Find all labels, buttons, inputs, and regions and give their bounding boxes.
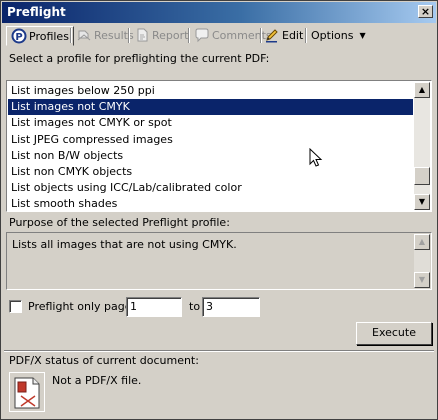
- list-item[interactable]: List images below 250 ppi: [8, 83, 413, 99]
- scroll-down-button[interactable]: ▼: [414, 194, 430, 210]
- svg-text:P: P: [15, 32, 22, 43]
- tab-label: Edit: [282, 29, 304, 42]
- tab-profiles[interactable]: P Profiles: [6, 26, 74, 46]
- purpose-text: Lists all images that are not using CMYK…: [12, 238, 237, 251]
- title-bar[interactable]: Preflight ×: [2, 2, 436, 23]
- execute-button[interactable]: Execute: [356, 322, 432, 345]
- tab-label: Report: [152, 29, 189, 42]
- list-item[interactable]: List non CMYK objects: [8, 164, 413, 180]
- comments-icon: [194, 27, 210, 43]
- profile-prompt: Select a profile for preflighting the cu…: [9, 52, 270, 65]
- purpose-scrollbar[interactable]: ▲ ▼: [414, 234, 430, 288]
- tab-results[interactable]: Results: [72, 26, 134, 45]
- list-item[interactable]: List smooth shades: [8, 196, 413, 211]
- scroll-up-button[interactable]: ▲: [414, 82, 430, 98]
- page-to-field[interactable]: 3: [202, 297, 260, 317]
- checkbox-label: Preflight only pages: [28, 300, 138, 313]
- scroll-thumb[interactable]: [414, 167, 430, 185]
- tab-label: Profiles: [29, 30, 69, 43]
- edit-pencil-icon: [264, 27, 280, 43]
- purpose-description: Lists all images that are not using CMYK…: [6, 232, 432, 290]
- preflight-window: Preflight × P Profiles Results Report Co…: [0, 0, 438, 420]
- list-item[interactable]: List images not CMYK or spot: [8, 115, 413, 131]
- profile-list[interactable]: List images below 250 ppi List images no…: [6, 80, 432, 212]
- dropdown-caret-icon: ▼: [359, 31, 366, 40]
- options-menu[interactable]: Options ▼: [311, 26, 366, 45]
- to-label: to: [189, 300, 201, 313]
- profile-list-scrollbar[interactable]: ▲ ▼: [414, 82, 430, 210]
- toolbar: P Profiles Results Report Comments Edit: [2, 24, 436, 46]
- report-icon: [134, 27, 150, 43]
- window-title: Preflight: [7, 5, 66, 19]
- pdfx-label: PDF/X status of current document:: [9, 354, 199, 367]
- list-item-selected[interactable]: List images not CMYK: [8, 99, 413, 116]
- page-from-field[interactable]: 1: [126, 297, 182, 317]
- toolbar-separator: [305, 28, 307, 43]
- pdfx-status: Not a PDF/X file.: [52, 374, 142, 387]
- tab-edit[interactable]: Edit: [260, 26, 303, 45]
- mouse-cursor-icon: [309, 148, 323, 167]
- list-item[interactable]: List JPEG compressed images: [8, 132, 413, 148]
- preflight-only-pages-checkbox[interactable]: [9, 300, 22, 313]
- tab-label: Options: [311, 29, 354, 42]
- list-item[interactable]: List objects using ICC/Lab/calibrated co…: [8, 180, 413, 196]
- pdf-file-icon: [9, 372, 45, 412]
- scroll-down-button[interactable]: ▼: [414, 272, 430, 288]
- preflight-icon: P: [11, 28, 27, 44]
- list-item[interactable]: List non B/W objects: [8, 148, 413, 164]
- tab-report[interactable]: Report: [130, 26, 188, 45]
- scroll-up-button[interactable]: ▲: [414, 234, 430, 250]
- divider: [4, 350, 434, 352]
- results-icon: [76, 27, 92, 43]
- purpose-label: Purpose of the selected Preflight profil…: [9, 216, 230, 229]
- close-button[interactable]: ×: [418, 5, 433, 18]
